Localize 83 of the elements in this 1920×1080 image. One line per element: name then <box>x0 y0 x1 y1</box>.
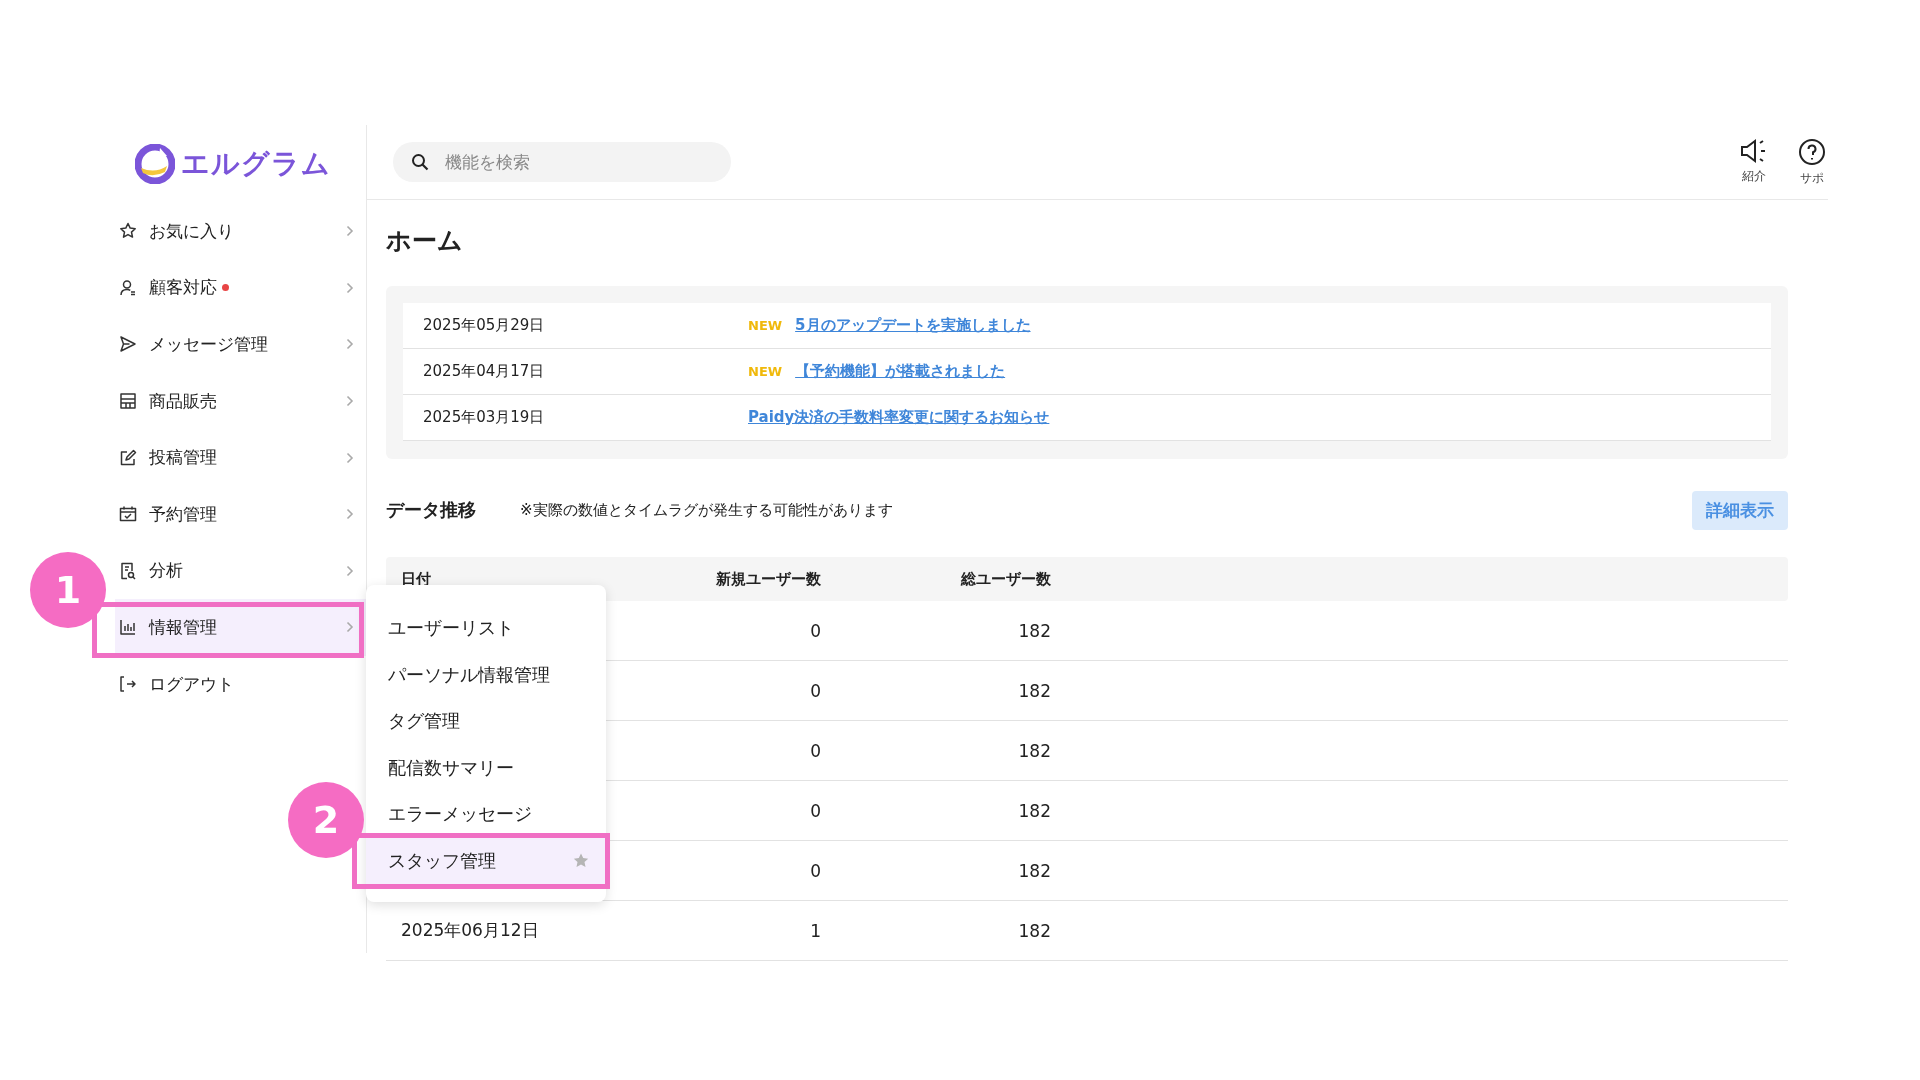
megaphone-icon <box>1740 137 1768 164</box>
submenu-item[interactable]: エラーメッセージ <box>366 791 606 838</box>
submenu-item-label: エラーメッセージ <box>388 802 532 827</box>
sidebar-item[interactable]: 分析 <box>115 542 366 600</box>
star-icon <box>119 222 137 241</box>
help-button[interactable]: サポ <box>1798 137 1826 187</box>
edit-icon <box>119 448 137 467</box>
submenu-item[interactable]: タグ管理 <box>366 698 606 745</box>
column-header: 新規ユーザー数 <box>715 569 821 589</box>
bar-chart-icon <box>119 618 137 637</box>
sidebar-item[interactable]: 顧客対応 <box>115 259 366 317</box>
sidebar-item-label: 予約管理 <box>149 502 217 526</box>
table-cell: 182 <box>1018 680 1051 701</box>
submenu-item-label: スタッフ管理 <box>388 848 496 873</box>
send-icon <box>119 335 137 354</box>
table-cell: 1 <box>810 920 821 941</box>
document-search-icon <box>119 561 137 580</box>
chevron-right-icon <box>346 338 354 351</box>
help-icon <box>1798 137 1826 166</box>
table-cell: 182 <box>1018 860 1051 881</box>
submenu-item-label: ユーザーリスト <box>388 616 514 641</box>
sidebar-item[interactable]: メッセージ管理 <box>115 316 366 373</box>
sidebar-item[interactable]: 投稿管理 <box>115 429 366 486</box>
submenu-item[interactable]: パーソナル情報管理 <box>366 651 606 698</box>
submenu-item[interactable]: 配信数サマリー <box>366 744 606 791</box>
sidebar-item[interactable]: 商品販売 <box>115 372 366 430</box>
news-date: 2025年03月19日 <box>423 408 546 427</box>
sidebar-item-label: お気に入り <box>149 219 234 243</box>
sidebar-item[interactable]: ログアウト <box>115 655 366 713</box>
chevron-right-icon <box>346 508 354 521</box>
section-note: ※実際の数値とタイムラグが発生する可能性があります <box>520 500 893 520</box>
news-link[interactable]: 5月のアップデートを実施しました <box>795 316 1031 335</box>
submenu-item-label: パーソナル情報管理 <box>388 662 550 687</box>
sidebar-item-label: 情報管理 <box>149 615 217 639</box>
section-title: データ推移 <box>386 498 476 522</box>
submenu-item-label: 配信数サマリー <box>388 755 514 780</box>
table-cell: 0 <box>810 800 821 821</box>
table-cell: 182 <box>1018 620 1051 641</box>
sidebar-item-label: 投稿管理 <box>149 446 217 470</box>
logo-text: エルグラム <box>181 146 331 182</box>
new-label: NEW <box>748 318 783 333</box>
logo-icon <box>135 144 175 184</box>
table-cell: 182 <box>1018 920 1051 941</box>
search-icon <box>411 153 429 171</box>
news-link[interactable]: Paidy決済の手数料率変更に関するお知らせ <box>748 408 1050 427</box>
news-date: 2025年04月17日 <box>423 362 546 381</box>
sidebar-item[interactable]: お気に入り <box>115 203 366 260</box>
store-icon <box>119 392 137 411</box>
table-cell: 2025年06月12日 <box>401 920 539 940</box>
table-cell: 0 <box>810 680 821 701</box>
sidebar-item-label: メッセージ管理 <box>149 333 268 356</box>
chevron-right-icon <box>346 281 354 294</box>
chevron-right-icon <box>346 621 354 634</box>
chevron-right-icon <box>346 451 354 464</box>
column-header: 総ユーザー数 <box>959 569 1051 589</box>
sidebar-item-label: 顧客対応 <box>149 276 217 300</box>
sidebar-item[interactable]: 予約管理 <box>115 485 366 543</box>
table-cell: 0 <box>810 740 821 761</box>
new-label: NEW <box>748 364 783 379</box>
megaphone-button[interactable]: 紹介 <box>1740 137 1768 187</box>
sidebar-item-label: 分析 <box>149 559 183 583</box>
submenu-item[interactable]: ユーザーリスト <box>366 605 606 652</box>
logout-icon <box>119 675 137 694</box>
news-link[interactable]: 【予約機能】が搭載されました <box>795 362 1006 381</box>
sidebar-item-label: 商品販売 <box>149 389 217 413</box>
table-cell: 182 <box>1018 800 1051 821</box>
chevron-right-icon <box>346 225 354 238</box>
step-number-badge: 2 <box>288 782 364 858</box>
chevron-right-icon <box>346 564 354 577</box>
calendar-icon <box>119 505 137 524</box>
person-icon <box>119 278 137 297</box>
table-cell: 0 <box>810 860 821 881</box>
search-field[interactable]: 機能を検索 <box>393 142 731 182</box>
submenu-item-label: タグ管理 <box>388 709 460 734</box>
page-title: ホーム <box>386 225 464 256</box>
chevron-right-icon <box>346 395 354 408</box>
table-cell: 182 <box>1018 740 1051 761</box>
step-number-badge: 1 <box>30 552 106 628</box>
news-date: 2025年05月29日 <box>423 316 546 335</box>
sidebar-item-label: ログアウト <box>149 672 234 696</box>
submenu-item[interactable]: スタッフ管理 <box>366 837 606 884</box>
search-input[interactable]: 機能を検索 <box>443 151 713 173</box>
table-cell: 0 <box>810 620 821 641</box>
